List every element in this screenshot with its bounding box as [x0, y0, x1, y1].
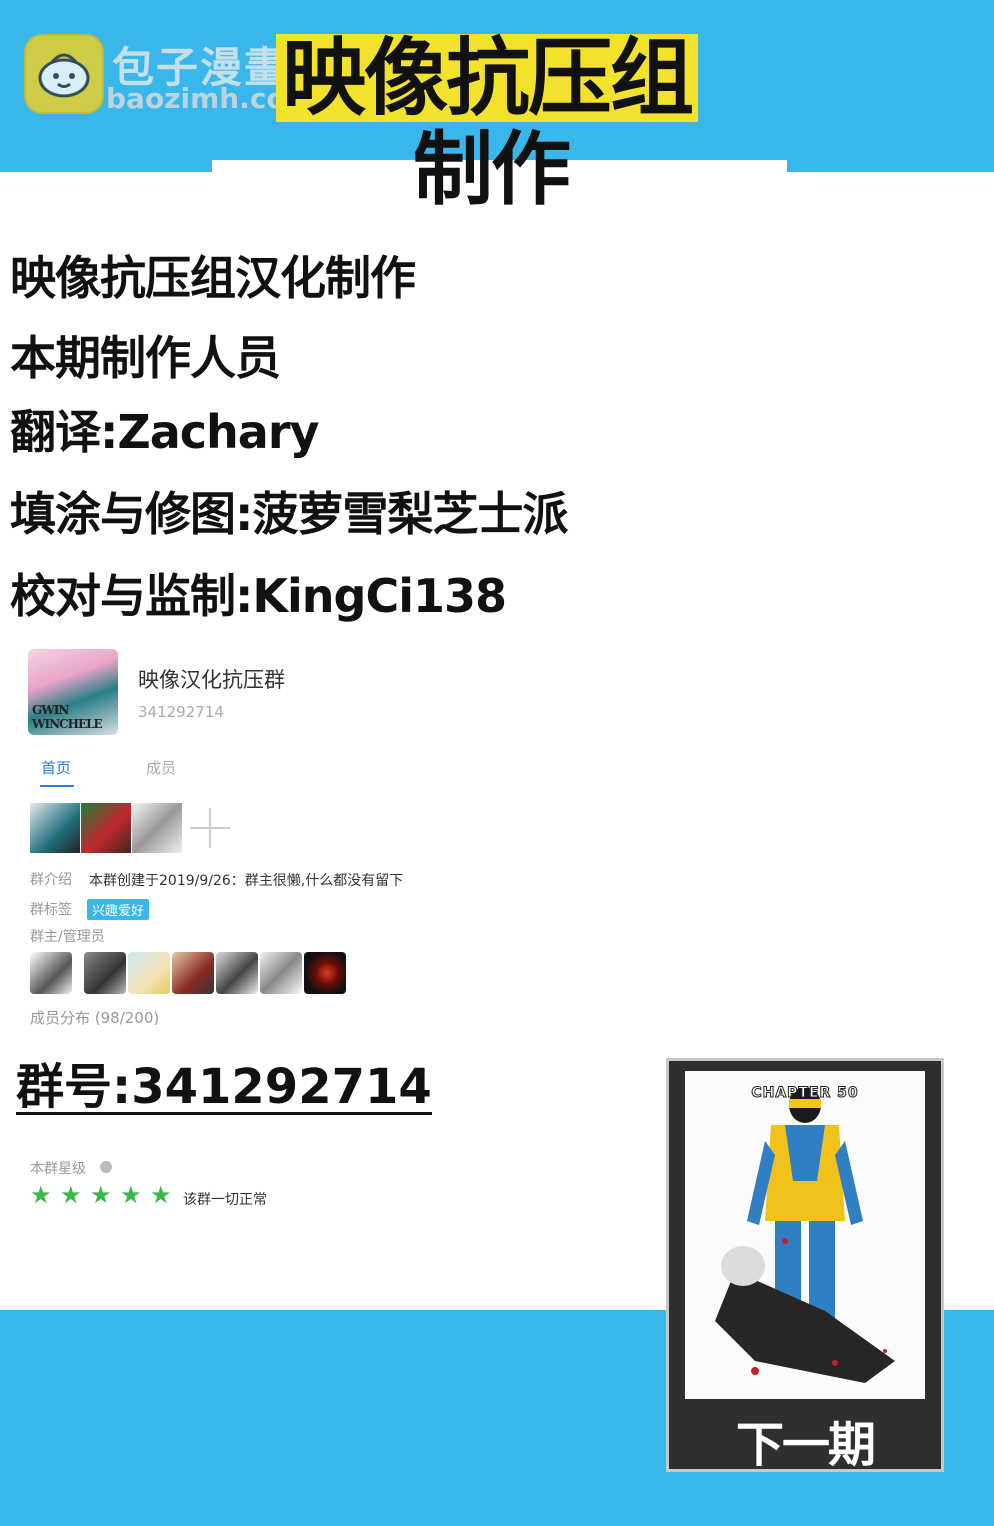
admins-label: 群主/管理员 — [30, 929, 105, 945]
group-name: 映像汉化抗压群 — [138, 668, 285, 692]
tab-home[interactable]: 首页 — [41, 757, 71, 778]
admin-avatar[interactable] — [304, 952, 346, 994]
group-photo[interactable] — [132, 803, 182, 853]
admin-avatar[interactable] — [260, 952, 302, 994]
credit-line: 填涂与修图:菠萝雪梨芝士派 — [10, 487, 568, 541]
group-number: 群号:341292714 — [16, 1059, 432, 1116]
credit-line: 翻译:Zachary — [10, 405, 320, 459]
add-photo-icon[interactable] — [190, 808, 230, 848]
group-avatar-caption: GWIN WINCHELE — [32, 703, 103, 731]
member-distribution[interactable]: 成员分布 (98/200) — [30, 1007, 159, 1028]
help-icon[interactable] — [100, 1161, 112, 1173]
cover-title: CHAPTER 50 — [751, 1085, 859, 1102]
group-photo[interactable] — [30, 803, 80, 853]
admin-avatar[interactable] — [84, 952, 126, 994]
group-avatar[interactable]: GWIN WINCHELE — [28, 649, 118, 735]
tab-active-indicator — [40, 785, 74, 787]
group-intro: 本群创建于2019/9/26：群主很懒,什么都没有留下 — [89, 873, 404, 889]
star-icon: ★ — [30, 1181, 52, 1209]
admin-avatar[interactable] — [30, 952, 72, 994]
credit-line: 本期制作人员 — [10, 331, 281, 385]
cover-illustration — [685, 1071, 925, 1399]
next-cover-image: CHAPTER 50 — [685, 1071, 925, 1399]
group-tag[interactable]: 兴趣爱好 — [87, 899, 150, 920]
group-id: 341292714 — [138, 703, 224, 721]
credit-line: 映像抗压组汉化制作 — [10, 251, 416, 305]
admin-avatar[interactable] — [216, 952, 258, 994]
rank-status: 该群一切正常 — [183, 1192, 267, 1208]
bun-icon — [24, 34, 104, 114]
star-icon: ★ — [60, 1181, 82, 1209]
page-title-line2: 制作 — [413, 123, 571, 216]
admin-avatar[interactable] — [128, 952, 170, 994]
star-icon: ★ — [90, 1181, 112, 1209]
next-issue-label: 下一期 — [735, 1417, 876, 1473]
next-issue-button[interactable]: CHAPTER 50 下一期 — [666, 1058, 944, 1473]
star-icon: ★ — [150, 1181, 172, 1209]
rank-label: 本群星级 — [30, 1161, 86, 1177]
credit-line: 校对与监制:KingCi138 — [10, 569, 507, 623]
group-photo[interactable] — [81, 803, 131, 853]
star-icon: ★ — [120, 1181, 142, 1209]
tags-label: 群标签 — [30, 902, 72, 918]
tab-members[interactable]: 成员 — [146, 757, 176, 778]
admin-avatar[interactable] — [172, 952, 214, 994]
page-title-line1: 映像抗压组 — [276, 34, 699, 122]
intro-label: 群介绍 — [30, 872, 72, 888]
